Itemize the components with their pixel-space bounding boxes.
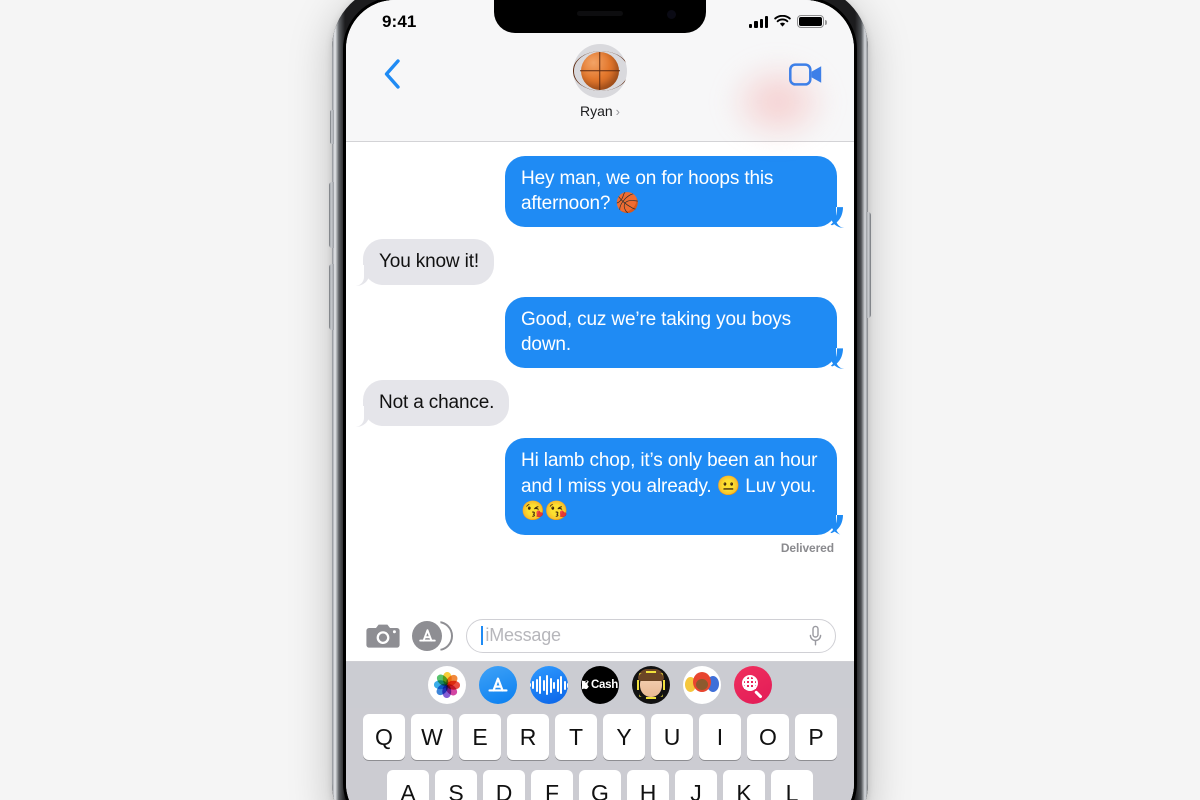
bubble-tail [355, 406, 364, 428]
contact-name-row[interactable]: Ryan › [580, 103, 620, 119]
waveform-bar [546, 675, 549, 695]
memoji-frame-icon [637, 671, 665, 699]
key-l[interactable]: L [771, 770, 813, 800]
message-input-bar: iMessage [346, 610, 854, 662]
outgoing-message-bubble[interactable]: Hi lamb chop, it’s only been an hour and… [505, 438, 845, 536]
key-p[interactable]: P [795, 714, 837, 760]
message-row: You know it! [355, 239, 837, 287]
app-store-icon [412, 620, 442, 651]
key-u[interactable]: U [651, 714, 693, 760]
apple-cash-label: Cash [591, 679, 618, 691]
stickers-app-icon[interactable] [683, 666, 721, 704]
outgoing-message-bubble[interactable]: Hey man, we on for hoops this afternoon?… [505, 156, 845, 229]
cellular-signal-icon [749, 16, 768, 28]
key-y[interactable]: Y [603, 714, 645, 760]
key-d[interactable]: D [483, 770, 525, 800]
key-h[interactable]: H [627, 770, 669, 800]
screenshot-canvas: 9:41 Ryan › Hey man, we on for hoops thi… [0, 0, 1200, 800]
camera-button[interactable] [366, 622, 400, 649]
microphone-icon [809, 625, 822, 645]
keyboard-row-2: ASDFGHJKL [349, 770, 851, 800]
key-o[interactable]: O [747, 714, 789, 760]
side-power-button[interactable] [866, 212, 871, 318]
bubble-tail [836, 207, 845, 229]
iphone-device-frame: 9:41 Ryan › Hey man, we on for hoops thi… [329, 0, 871, 800]
imessage-app-drawer[interactable]: Cash [346, 662, 854, 708]
memoji-app-icon[interactable] [632, 666, 670, 704]
key-t[interactable]: T [555, 714, 597, 760]
contact-info[interactable]: Ryan › [346, 44, 854, 119]
waveform-bar [567, 682, 568, 688]
key-i[interactable]: I [699, 714, 741, 760]
waveform-bar [563, 680, 566, 690]
device-bezel: 9:41 Ryan › Hey man, we on for hoops thi… [343, 0, 857, 800]
message-row: Not a chance. [355, 380, 837, 428]
camera-icon [366, 624, 400, 648]
earpiece-speaker-icon [577, 11, 623, 16]
incoming-message-bubble[interactable]: Not a chance. [355, 380, 510, 428]
delivered-status: Delivered [780, 540, 834, 555]
app-store-app-icon[interactable] [479, 666, 517, 704]
incoming-message-bubble[interactable]: You know it! [355, 239, 494, 287]
basketball-avatar-icon [573, 51, 627, 91]
status-bar-time: 9:41 [382, 11, 417, 31]
photos-app-icon[interactable] [428, 666, 466, 704]
bubble-tail [836, 348, 845, 370]
waveform-bar [530, 683, 531, 687]
key-r[interactable]: R [507, 714, 549, 760]
apple-logo-icon [582, 680, 589, 690]
key-j[interactable]: J [675, 770, 717, 800]
keyboard-row-1: QWERTYUIOP [349, 714, 851, 760]
message-placeholder: iMessage [485, 625, 561, 645]
volume-up-button[interactable] [329, 182, 334, 248]
key-w[interactable]: W [411, 714, 453, 760]
chevron-right-icon: › [615, 103, 621, 119]
waveform-bar [549, 677, 552, 693]
waveform-bar [539, 676, 542, 694]
bubble-tail [836, 514, 845, 536]
waveform-bar [556, 678, 559, 692]
silence-switch-button[interactable] [330, 110, 334, 144]
onscreen-keyboard[interactable]: QWERTYUIOP ASDFGHJKL [346, 708, 854, 800]
contact-avatar[interactable] [573, 44, 627, 98]
text-cursor [481, 626, 484, 645]
key-e[interactable]: E [459, 714, 501, 760]
images-search-icon[interactable] [734, 666, 772, 704]
key-f[interactable]: F [531, 770, 573, 800]
outgoing-message-bubble[interactable]: Good, cuz we’re taking you boys down. [505, 297, 845, 370]
key-q[interactable]: Q [363, 714, 405, 760]
apple-cash-icon[interactable]: Cash [581, 666, 619, 704]
message-row: Hi lamb chop, it’s only been an hour and… [363, 438, 845, 536]
device-notch [494, 0, 706, 33]
key-a[interactable]: A [387, 770, 429, 800]
waveform-bar [560, 676, 563, 694]
key-k[interactable]: K [723, 770, 765, 800]
message-input-field[interactable]: iMessage [466, 618, 836, 653]
digital-touch-icon[interactable] [530, 666, 568, 704]
waveform-bar [535, 678, 538, 692]
app-store-button[interactable] [412, 620, 454, 651]
device-screen: 9:41 Ryan › Hey man, we on for hoops thi… [346, 0, 854, 800]
waveform-bar [542, 679, 545, 691]
message-row: Hey man, we on for hoops this afternoon?… [363, 156, 845, 229]
waveform-bar [553, 681, 556, 689]
message-row: Good, cuz we’re taking you boys down. [363, 297, 845, 370]
message-thread[interactable]: Hey man, we on for hoops this afternoon?… [346, 142, 854, 610]
status-bar-indicators [749, 15, 827, 28]
volume-down-button[interactable] [329, 264, 334, 330]
wifi-icon [774, 15, 791, 27]
key-s[interactable]: S [435, 770, 477, 800]
dictation-button[interactable] [808, 625, 823, 647]
sticker-shape [696, 679, 708, 690]
contact-name-label: Ryan [579, 103, 613, 119]
front-camera-icon [667, 10, 676, 19]
waveform-bar [532, 681, 535, 689]
bubble-tail [355, 265, 364, 287]
battery-icon [797, 15, 827, 28]
key-g[interactable]: G [579, 770, 621, 800]
